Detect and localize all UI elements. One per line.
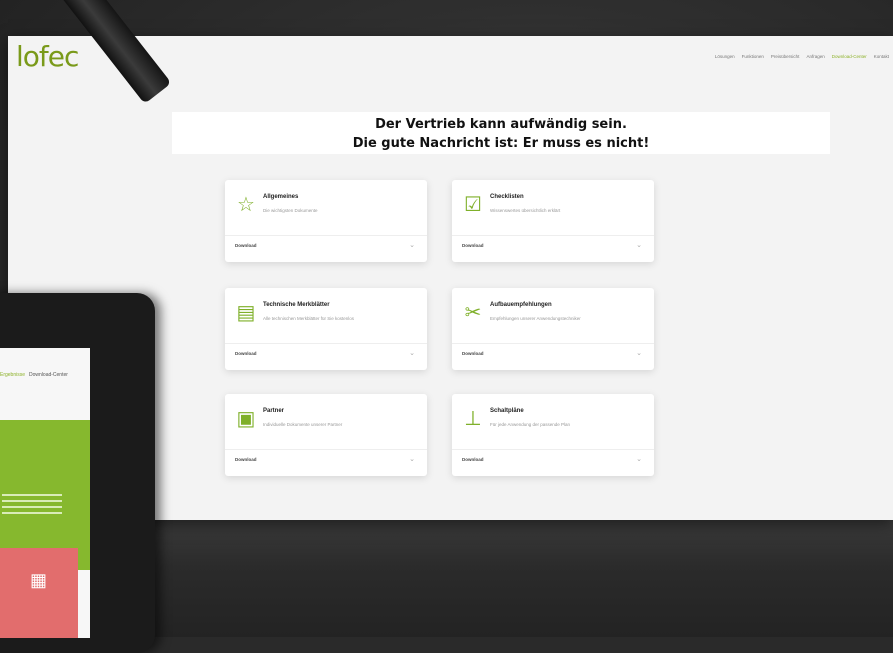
nav-item[interactable]: Lösungen [715, 54, 735, 59]
card-subtitle: Die wichtigsten Dokumente [263, 208, 318, 213]
card-subtitle: Alle technischen Merkblätter für Sie kos… [263, 316, 355, 321]
download-card-aufbauempfehlungen: ✂ Aufbauempfehlungen Empfehlungen unsere… [452, 288, 654, 370]
download-card-checklisten: ☑ Checklisten Wissenswertes übersichtlic… [452, 180, 654, 262]
chevron-down-icon[interactable]: ⌄ [636, 455, 642, 463]
card-title: Checklisten [490, 194, 524, 200]
divider [452, 343, 654, 344]
tools-icon: ✂ [464, 302, 482, 324]
tablet-navigation: Ergebnisse Download-Center [0, 372, 90, 378]
card-title: Aufbauempfehlungen [490, 302, 552, 308]
site-logo[interactable]: lofec [16, 40, 79, 73]
nav-item-download-center[interactable]: Download-Center [832, 54, 867, 59]
card-subtitle: Individuelle Dokumente unserer Partner [263, 422, 343, 427]
card-subtitle: Empfehlungen unserer Anwendungstechniker [490, 316, 581, 321]
download-select[interactable]: Download [235, 351, 257, 356]
partner-icon: ▣ [236, 408, 256, 430]
nav-item[interactable]: Anfragen [806, 54, 824, 59]
checklist-icon: ☑ [464, 194, 482, 216]
hero-headline-2: Die gute Nachricht ist: Er muss es nicht… [352, 136, 650, 151]
star-icon: ☆ [237, 194, 255, 216]
tablet-screen: Ergebnisse Download-Center ▦ [0, 348, 90, 638]
download-card-partner: ▣ Partner Individuelle Dokumente unserer… [225, 394, 427, 476]
chevron-down-icon[interactable]: ⌄ [409, 349, 415, 357]
download-select[interactable]: Download [235, 457, 257, 462]
chevron-down-icon[interactable]: ⌄ [409, 455, 415, 463]
divider [225, 235, 427, 236]
download-select[interactable]: Download [462, 351, 484, 356]
divider [452, 235, 654, 236]
card-subtitle: Für jede Anwendung der passende Plan [490, 422, 571, 427]
chevron-down-icon[interactable]: ⌄ [409, 241, 415, 249]
card-title: Schaltpläne [490, 408, 524, 414]
document-icon: ▤ [236, 302, 256, 324]
tablet-device: Ergebnisse Download-Center ▦ [0, 293, 155, 653]
tablet-text-block [2, 494, 62, 518]
hero-headline-1: Der Vertrieb kann aufwändig sein. [375, 117, 627, 132]
tablet-nav-download-center[interactable]: Download-Center [29, 372, 68, 378]
divider [225, 343, 427, 344]
card-title: Allgemeines [263, 194, 299, 200]
hierarchy-icon: ⊥ [464, 408, 482, 430]
download-card-schaltplaene: ⊥ Schaltpläne Für jede Anwendung der pas… [452, 394, 654, 476]
download-card-technische-merkblaetter: ▤ Technische Merkblätter Alle technische… [225, 288, 427, 370]
chevron-down-icon[interactable]: ⌄ [636, 241, 642, 249]
tablet-nav-item[interactable]: Ergebnisse [0, 372, 25, 378]
divider [225, 449, 427, 450]
download-card-allgemeines: ☆ Allgemeines Die wichtigsten Dokumente … [225, 180, 427, 262]
download-select[interactable]: Download [462, 243, 484, 248]
nav-item[interactable]: Kontakt [874, 54, 889, 59]
nav-item[interactable]: Funktionen [742, 54, 764, 59]
top-navigation: Lösungen Funktionen Preisübersicht Anfra… [715, 54, 889, 59]
divider [452, 449, 654, 450]
card-title: Partner [263, 408, 285, 414]
hero-banner: Der Vertrieb kann aufwändig sein. Die gu… [172, 112, 830, 154]
building-icon: ▦ [30, 570, 48, 590]
download-select[interactable]: Download [235, 243, 257, 248]
card-title: Technische Merkblätter [263, 302, 330, 308]
chevron-down-icon[interactable]: ⌄ [636, 349, 642, 357]
nav-item[interactable]: Preisübersicht [771, 54, 800, 59]
tablet-feature-tile[interactable]: ▦ [0, 548, 78, 638]
card-subtitle: Wissenswertes übersichtlich erklärt [490, 208, 561, 213]
download-select[interactable]: Download [462, 457, 484, 462]
